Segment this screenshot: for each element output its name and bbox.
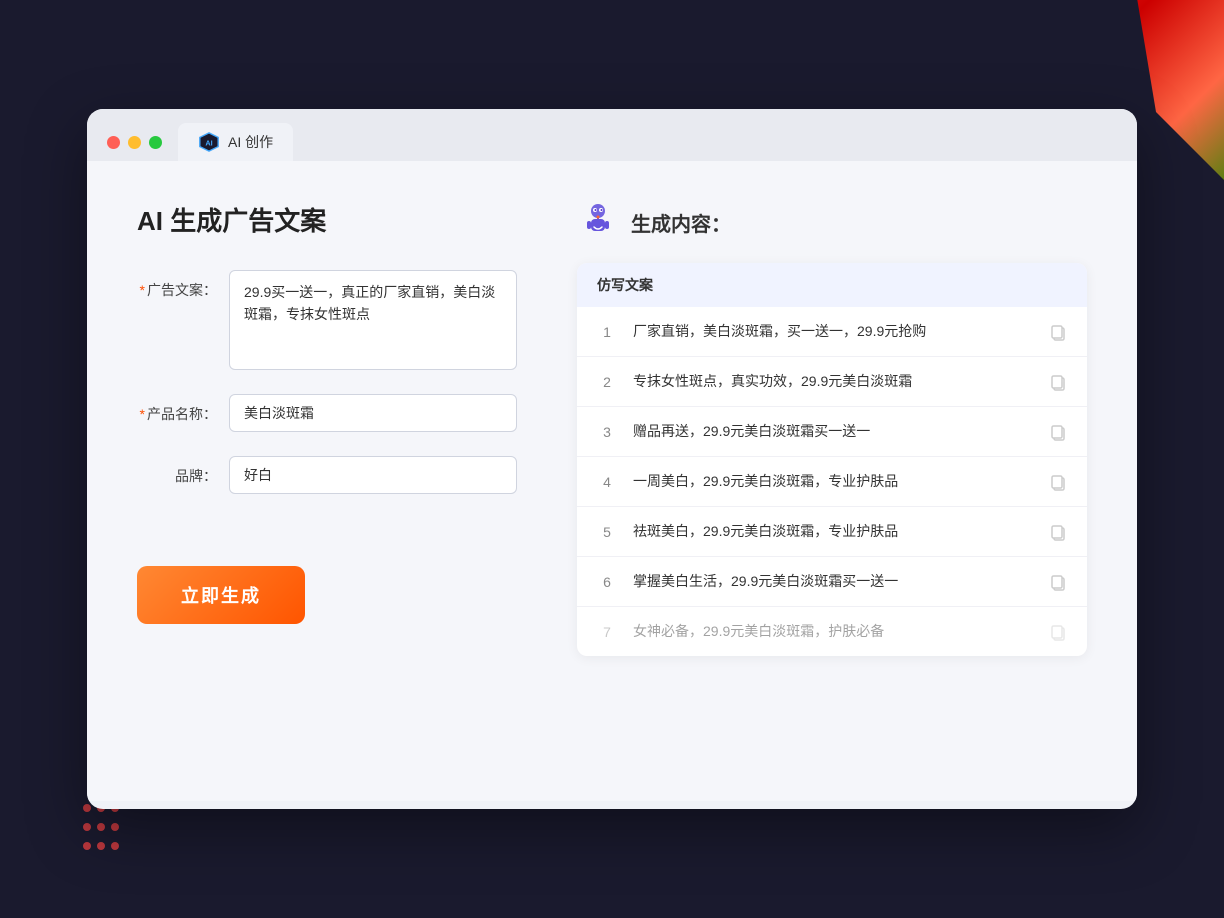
traffic-light-green[interactable] (149, 136, 162, 149)
row-number: 6 (597, 574, 617, 590)
tab-ai-creation[interactable]: AI AI 创作 (178, 123, 293, 161)
ad-copy-label: *广告文案： (137, 270, 217, 300)
copy-icon[interactable] (1049, 473, 1067, 491)
page-title: AI 生成广告文案 (137, 201, 517, 238)
result-row: 6 掌握美白生活，29.9元美白淡斑霜买一送一 (577, 557, 1087, 607)
result-row: 4 一周美白，29.9元美白淡斑霜，专业护肤品 (577, 457, 1087, 507)
copy-icon[interactable] (1049, 423, 1067, 441)
result-rows-container: 1 厂家直销，美白淡斑霜，买一送一，29.9元抢购 2 专抹女性斑点，真实功效，29… (577, 307, 1087, 656)
row-text: 专抹女性斑点，真实功效，29.9元美白淡斑霜 (633, 371, 1033, 392)
result-header: 生成内容： (577, 201, 1087, 243)
row-number: 5 (597, 524, 617, 540)
row-text: 女神必备，29.9元美白淡斑霜，护肤必备 (633, 621, 1033, 642)
result-row: 7 女神必备，29.9元美白淡斑霜，护肤必备 (577, 607, 1087, 656)
row-text: 祛斑美白，29.9元美白淡斑霜，专业护肤品 (633, 521, 1033, 542)
product-name-input[interactable] (229, 394, 517, 432)
form-row-ad-copy: *广告文案： (137, 270, 517, 370)
robot-icon (577, 201, 619, 243)
row-text: 厂家直销，美白淡斑霜，买一送一，29.9元抢购 (633, 321, 1033, 342)
row-number: 3 (597, 424, 617, 440)
generate-button[interactable]: 立即生成 (137, 566, 305, 624)
right-panel: 生成内容： 仿写文案 1 厂家直销，美白淡斑霜，买一送一，29.9元抢购 2 专抹女… (577, 201, 1087, 761)
result-table-header: 仿写文案 (577, 263, 1087, 307)
left-panel: AI 生成广告文案 *广告文案： *产品名称： 品牌： 立 (137, 201, 517, 761)
form-row-brand: 品牌： (137, 456, 517, 494)
svg-text:AI: AI (205, 139, 212, 148)
result-row: 5 祛斑美白，29.9元美白淡斑霜，专业护肤品 (577, 507, 1087, 557)
form-row-product-name: *产品名称： (137, 394, 517, 432)
row-number: 1 (597, 324, 617, 340)
row-text: 掌握美白生活，29.9元美白淡斑霜买一送一 (633, 571, 1033, 592)
brand-label: 品牌： (137, 456, 217, 486)
copy-icon[interactable] (1049, 573, 1067, 591)
result-row: 1 厂家直销，美白淡斑霜，买一送一，29.9元抢购 (577, 307, 1087, 357)
row-number: 7 (597, 624, 617, 640)
row-text: 赠品再送，29.9元美白淡斑霜买一送一 (633, 421, 1033, 442)
copy-icon[interactable] (1049, 323, 1067, 341)
result-row: 2 专抹女性斑点，真实功效，29.9元美白淡斑霜 (577, 357, 1087, 407)
browser-chrome: AI AI 创作 (87, 109, 1137, 161)
ai-tab-icon: AI (198, 131, 220, 153)
tab-label: AI 创作 (228, 132, 273, 152)
ad-copy-input[interactable] (229, 270, 517, 370)
row-text: 一周美白，29.9元美白淡斑霜，专业护肤品 (633, 471, 1033, 492)
browser-window: AI AI 创作 AI 生成广告文案 *广告文案： *产品名称： (87, 109, 1137, 809)
traffic-lights (107, 136, 162, 149)
copy-icon[interactable] (1049, 373, 1067, 391)
result-table: 仿写文案 1 厂家直销，美白淡斑霜，买一送一，29.9元抢购 2 专抹女性斑点，真实… (577, 263, 1087, 656)
row-number: 4 (597, 474, 617, 490)
result-row: 3 赠品再送，29.9元美白淡斑霜买一送一 (577, 407, 1087, 457)
ad-copy-required: * (140, 282, 145, 298)
copy-icon[interactable] (1049, 523, 1067, 541)
product-name-required: * (140, 406, 145, 422)
traffic-light-yellow[interactable] (128, 136, 141, 149)
brand-input[interactable] (229, 456, 517, 494)
traffic-light-red[interactable] (107, 136, 120, 149)
product-name-label: *产品名称： (137, 394, 217, 424)
content-area: AI 生成广告文案 *广告文案： *产品名称： 品牌： 立 (87, 161, 1137, 801)
copy-icon[interactable] (1049, 623, 1067, 641)
bg-decoration-dots (80, 801, 122, 858)
result-title: 生成内容： (631, 208, 731, 237)
row-number: 2 (597, 374, 617, 390)
